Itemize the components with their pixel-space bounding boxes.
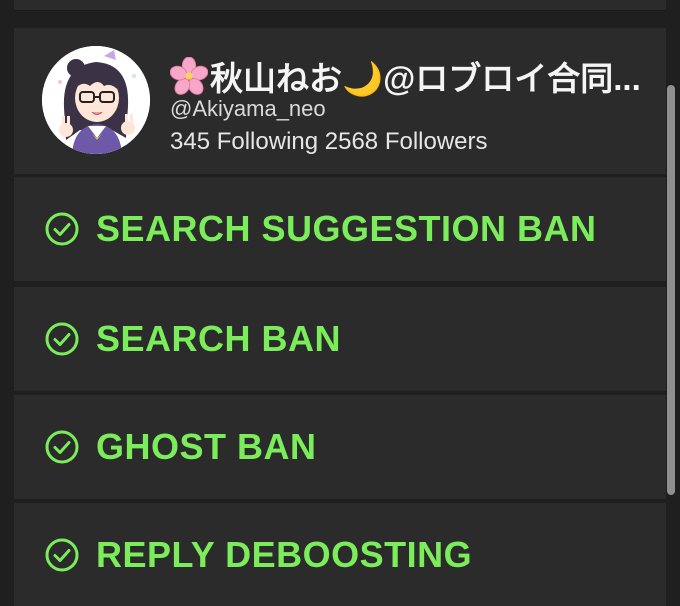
check-label: REPLY DEBOOSTING [96,533,473,575]
display-name[interactable]: 秋山ねお🌙@ロブロイ合同... [170,52,666,100]
check-label: SEARCH SUGGESTION BAN [96,208,597,249]
check-row-reply-deboosting: REPLY DEBOOSTING [14,503,666,606]
avatar-illustration-icon [42,46,150,154]
check-row-ghost-ban: GHOST BAN [14,395,666,499]
check-row-search-ban: SEARCH BAN [14,287,666,391]
cherry-blossom-icon [170,57,208,95]
scrollbar[interactable] [667,85,675,495]
check-row-search-suggestion-ban: SEARCH SUGGESTION BAN [14,177,666,281]
check-label: SEARCH BAN [96,318,342,359]
user-handle[interactable]: @Akiyama_neo [170,96,326,122]
check-label: GHOST BAN [96,426,317,467]
profile-card: 秋山ねお🌙@ロブロイ合同... @Akiyama_neo 345 Followi… [14,28,666,174]
check-circle-icon [45,538,79,571]
shadowban-result-panel: 秋山ねお🌙@ロブロイ合同... @Akiyama_neo 345 Followi… [0,0,680,606]
previous-card-edge [14,0,666,11]
check-circle-icon [45,212,79,246]
follow-stats: 345 Following 2568 Followers [170,128,488,155]
check-circle-icon [45,430,79,464]
display-name-text: 秋山ねお🌙@ロブロイ合同... [210,60,641,97]
avatar[interactable] [42,46,150,154]
check-circle-icon [45,322,79,356]
